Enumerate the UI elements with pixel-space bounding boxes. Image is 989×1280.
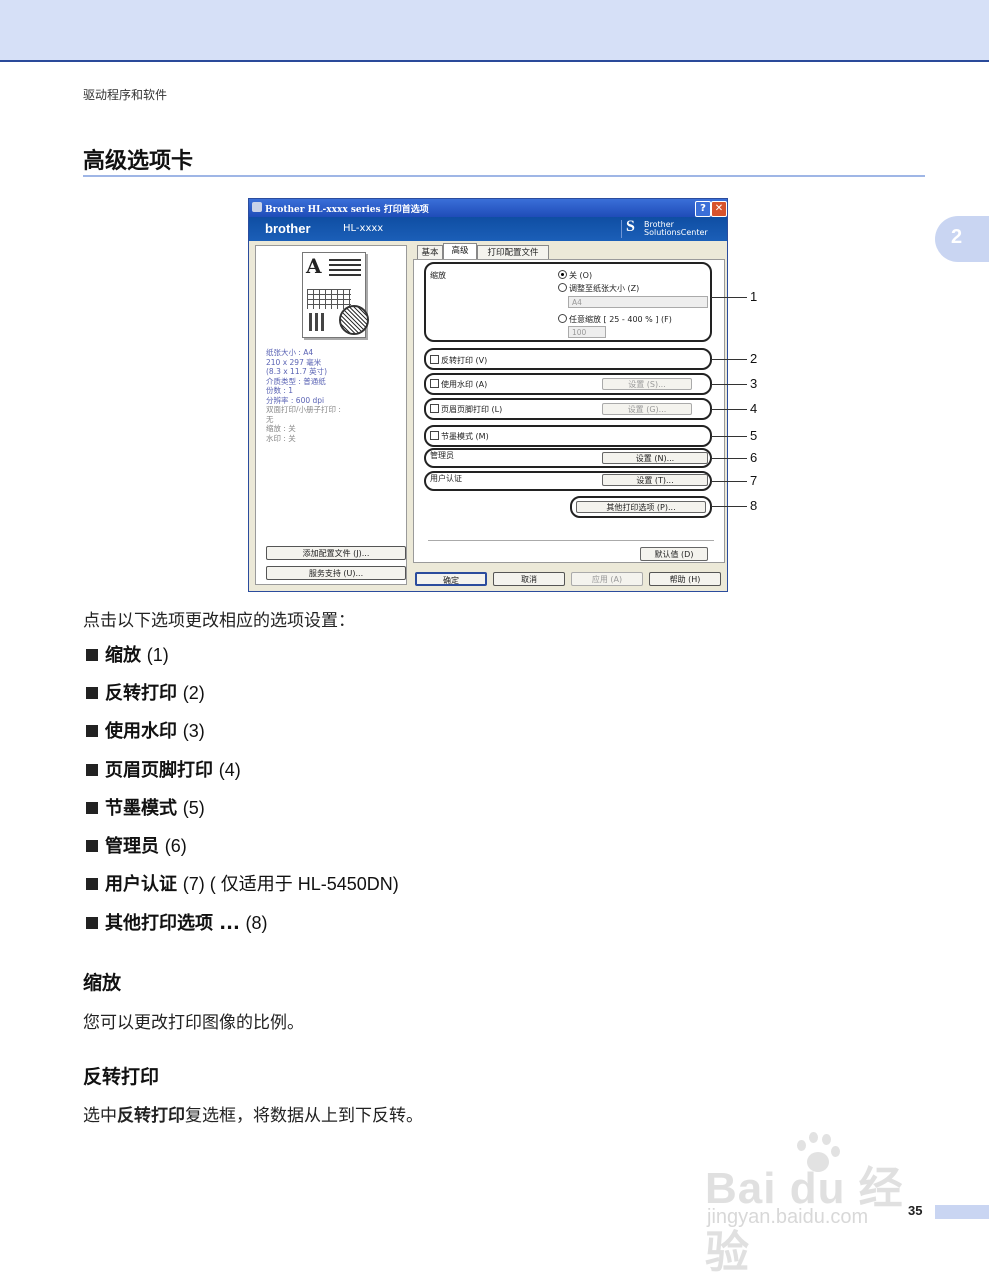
watermark-settings-button[interactable]: 设置 (S)...	[602, 378, 692, 390]
callout-line-6	[711, 458, 747, 459]
callout-1: 1	[750, 289, 758, 304]
add-profile-button[interactable]: 添加配置文件 (J)...	[266, 546, 406, 560]
preview-letter-icon: A	[306, 254, 322, 278]
header-rule	[0, 60, 989, 62]
callout-line-5	[711, 436, 747, 437]
support-button[interactable]: 服务支持 (U)...	[266, 566, 406, 580]
default-button[interactable]: 默认值 (D)	[640, 547, 708, 561]
administrator-label: 管理员	[430, 451, 454, 460]
header-footer-settings-button[interactable]: 设置 (G)...	[602, 403, 692, 415]
brother-logo: brother	[265, 221, 311, 236]
reverse-heading: 反转打印	[83, 1066, 160, 1088]
reverse-print-checkbox[interactable]: 反转打印 (V)	[430, 355, 487, 366]
tab-basic[interactable]: 基本	[417, 245, 443, 259]
bullet-square-icon	[86, 725, 98, 737]
page-number: 35	[908, 1203, 923, 1218]
bullet-item: 其他打印选项 ... (8)	[86, 909, 268, 935]
settings-preview-panel: A 纸张大小 : A4 210 x 297 毫米 (8.3 x 11.7 英寸)…	[255, 245, 407, 585]
watermark-url: jingyan.baidu.com	[707, 1206, 869, 1228]
callout-7: 7	[750, 473, 758, 488]
user-auth-settings-button[interactable]: 设置 (T)...	[602, 474, 708, 486]
solutions-s-icon: S	[626, 218, 635, 235]
footer-band	[935, 1205, 989, 1219]
title-rule	[83, 175, 925, 177]
settings-summary: 纸张大小 : A4 210 x 297 毫米 (8.3 x 11.7 英寸) 介…	[266, 348, 341, 443]
tab-print-profiles[interactable]: 打印配置文件	[477, 245, 549, 259]
section-title: 高级选项卡	[83, 149, 194, 174]
bullet-square-icon	[86, 687, 98, 699]
intro-text: 点击以下选项更改相应的选项设置：	[83, 611, 355, 631]
callout-2: 2	[750, 351, 758, 366]
bullet-item: 页眉页脚打印 (4)	[86, 756, 241, 782]
toner-save-checkbox[interactable]: 节墨模式 (M)	[430, 431, 489, 442]
callout-4: 4	[750, 401, 758, 416]
callout-line-8	[711, 506, 747, 507]
bullet-square-icon	[86, 840, 98, 852]
header-footer-checkbox[interactable]: 页眉页脚打印 (L)	[430, 404, 502, 415]
cancel-button[interactable]: 取消	[493, 572, 565, 586]
bullet-item: 用户认证 (7) ( 仅适用于 HL-5450DN)	[86, 870, 399, 896]
user-auth-label: 用户认证	[430, 474, 462, 483]
other-print-options-button[interactable]: 其他打印选项 (P)...	[576, 501, 706, 513]
apply-button[interactable]: 应用 (A)	[571, 572, 643, 586]
page-preview-image: A	[302, 252, 369, 338]
scaling-label: 缩放	[430, 271, 446, 280]
help-title-button[interactable]: ?	[695, 201, 711, 217]
callout-6: 6	[750, 450, 758, 465]
callout-line-2	[711, 359, 747, 360]
printer-icon	[252, 202, 262, 212]
dialog-title: Brother HL-xxxx series 打印首选项	[265, 205, 429, 215]
bullet-item: 缩放 (1)	[86, 641, 169, 667]
scaling-heading: 缩放	[83, 972, 122, 994]
bullet-square-icon	[86, 802, 98, 814]
callout-line-1	[711, 297, 747, 298]
print-preferences-dialog: Brother HL-xxxx series 打印首选项 ? ✕ brother…	[248, 198, 728, 592]
scale-percent-spinner[interactable]: 100	[568, 326, 606, 338]
bullet-item: 反转打印 (2)	[86, 679, 205, 705]
baidu-watermark: Bai du 经验 jingyan.baidu.com	[705, 1132, 935, 1277]
scaling-off-radio[interactable]: 关 (O)	[558, 270, 592, 281]
scaling-paragraph: 您可以更改打印图像的比例。	[83, 1013, 304, 1033]
advanced-tab-panel: 缩放 关 (O) 调整至纸张大小 (Z) A4 任意缩放 [ 25 - 400 …	[413, 259, 725, 563]
free-scale-radio[interactable]: 任意缩放 [ 25 - 400 % ] (F)	[558, 314, 672, 325]
bullet-item: 管理员 (6)	[86, 832, 187, 858]
bullet-square-icon	[86, 649, 98, 661]
magnifier-icon	[339, 305, 369, 335]
panel-divider	[428, 540, 714, 541]
bullet-item: 使用水印 (3)	[86, 717, 205, 743]
ok-button[interactable]: 确定	[415, 572, 487, 586]
solutions-line2: SolutionsCenter	[644, 228, 708, 237]
tab-advanced[interactable]: 高级	[443, 243, 477, 259]
callout-3: 3	[750, 376, 758, 391]
callout-line-7	[711, 481, 747, 482]
running-head: 驱动程序和软件	[83, 88, 168, 102]
bullet-square-icon	[86, 878, 98, 890]
solutions-center-button[interactable]: S Brother SolutionsCenter	[621, 218, 722, 238]
reverse-paragraph: 选中反转打印复选框，将数据从上到下反转。	[83, 1106, 423, 1126]
bullet-square-icon	[86, 764, 98, 776]
chapter-number: 2	[951, 226, 963, 248]
model-name: HL-xxxx	[343, 223, 384, 234]
watermark-checkbox[interactable]: 使用水印 (A)	[430, 379, 487, 390]
bullet-item: 节墨模式 (5)	[86, 794, 205, 820]
administrator-settings-button[interactable]: 设置 (N)...	[602, 452, 708, 464]
chapter-tab: 2	[935, 216, 989, 262]
header-band	[0, 0, 989, 60]
help-button[interactable]: 帮助 (H)	[649, 572, 721, 586]
paper-size-dropdown[interactable]: A4	[568, 296, 708, 308]
fit-to-paper-radio[interactable]: 调整至纸张大小 (Z)	[558, 283, 639, 294]
callout-5: 5	[750, 428, 758, 443]
close-icon[interactable]: ✕	[711, 201, 727, 217]
callout-line-3	[711, 384, 747, 385]
bullet-square-icon	[86, 917, 98, 929]
callout-8: 8	[750, 498, 758, 513]
dialog-banner: brother HL-xxxx S Brother SolutionsCenter	[249, 217, 727, 241]
callout-line-4	[711, 409, 747, 410]
dialog-titlebar: Brother HL-xxxx series 打印首选项 ? ✕	[249, 199, 727, 217]
